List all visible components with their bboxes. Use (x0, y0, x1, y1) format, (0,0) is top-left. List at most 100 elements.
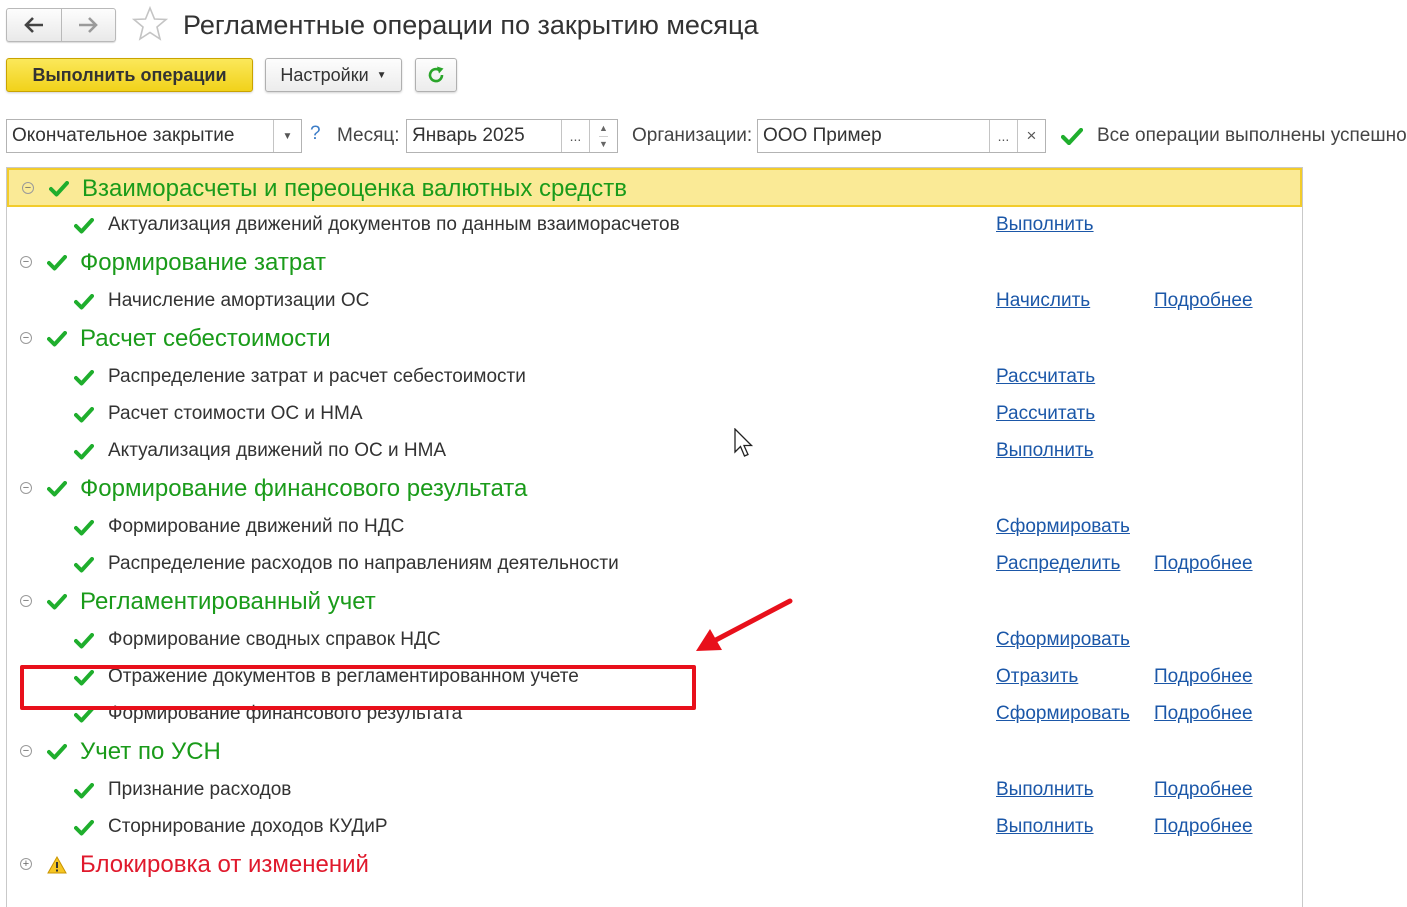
operation-title: Формирование сводных справок НДС (108, 629, 441, 650)
operation-row: Распределение затрат и расчет себестоимо… (7, 359, 1302, 396)
group-row[interactable]: − Формирование затрат (7, 244, 1302, 283)
collapse-icon[interactable]: − (20, 745, 32, 757)
success-checkmark-icon (47, 744, 67, 760)
settings-button[interactable]: Настройки ▼ (265, 58, 402, 92)
operation-title: Распределение расходов по направлениям д… (108, 553, 619, 574)
operation-action-link[interactable]: Сформировать (996, 516, 1130, 538)
clear-icon[interactable]: × (1017, 120, 1045, 152)
success-checkmark-icon (74, 444, 94, 460)
success-checkmark-icon (47, 255, 67, 271)
collapse-icon[interactable]: − (20, 332, 32, 344)
chevron-down-icon: ▼ (376, 69, 387, 81)
success-checkmark-icon (74, 783, 94, 799)
operation-action-link[interactable]: Выполнить (996, 816, 1094, 838)
operation-details-link[interactable]: Подробнее (1154, 703, 1253, 725)
collapse-icon[interactable]: − (20, 595, 32, 607)
operation-action-link[interactable]: Выполнить (996, 214, 1094, 236)
chevron-down-icon[interactable]: ▼ (599, 135, 608, 153)
annotation-arrow-icon (696, 598, 793, 651)
execute-operations-button[interactable]: Выполнить операции (6, 58, 253, 92)
month-select-button[interactable]: ... (561, 120, 589, 152)
operation-row: Признание расходов Выполнить Подробнее (7, 772, 1302, 809)
operation-row: Формирование движений по НДС Сформировать (7, 509, 1302, 546)
page-title: Регламентные операции по закрытию месяца (183, 10, 759, 40)
operation-row: Расчет стоимости ОС и НМА Рассчитать (7, 396, 1302, 433)
month-label: Месяц: (337, 125, 400, 146)
group-title: Расчет себестоимости (80, 325, 331, 352)
success-checkmark-icon (47, 331, 67, 347)
group-row[interactable]: − Формирование финансового результата (7, 470, 1302, 509)
closing-mode-value: Окончательное закрытие (12, 125, 235, 146)
operation-title: Формирование движений по НДС (108, 516, 405, 537)
success-checkmark-icon (74, 407, 94, 423)
operation-action-link[interactable]: Рассчитать (996, 366, 1095, 388)
mouse-cursor-icon (734, 428, 754, 457)
success-checkmark-icon (74, 820, 94, 836)
operation-action-link[interactable]: Сформировать (996, 703, 1130, 725)
operation-title: Актуализация движений по ОС и НМА (108, 440, 447, 461)
chevron-down-icon[interactable]: ▼ (273, 120, 301, 152)
operation-action-link[interactable]: Начислить (996, 290, 1090, 312)
group-row[interactable]: − Расчет себестоимости (7, 320, 1302, 359)
collapse-icon[interactable]: − (20, 482, 32, 494)
success-checkmark-icon (74, 633, 94, 649)
organization-value: ООО Пример (763, 125, 882, 146)
group-row[interactable]: − Учет по УСН (7, 733, 1302, 772)
group-row[interactable]: − Регламентированный учет (7, 583, 1302, 622)
month-value: Январь 2025 (412, 125, 525, 146)
back-button[interactable] (7, 9, 61, 41)
operation-row: Начисление амортизации ОС Начислить Подроб… (7, 283, 1302, 320)
arrow-right-icon (79, 17, 99, 33)
warning-triangle-icon (47, 856, 67, 874)
navigation-buttons (6, 8, 116, 42)
operation-row: Актуализация движений по ОС и НМА Выполни… (7, 433, 1302, 470)
group-row[interactable]: + Блокировка от изменений (7, 846, 1302, 885)
operation-action-link[interactable]: Рассчитать (996, 403, 1095, 425)
operation-action-link[interactable]: Сформировать (996, 629, 1130, 651)
operation-action-link[interactable]: Отразить (996, 666, 1078, 688)
operation-action-link[interactable]: Выполнить (996, 440, 1094, 462)
favorite-star-icon[interactable] (131, 5, 169, 50)
collapse-icon[interactable]: − (22, 182, 34, 194)
operation-details-link[interactable]: Подробнее (1154, 816, 1253, 838)
success-checkmark-icon (74, 557, 94, 573)
operation-title: Расчет стоимости ОС и НМА (108, 403, 363, 424)
operation-details-link[interactable]: Подробнее (1154, 553, 1253, 575)
group-row[interactable]: − Взаиморасчеты и переоценка валютных сре… (7, 168, 1302, 207)
organization-select-button[interactable]: ... (989, 120, 1017, 152)
arrow-left-icon (23, 17, 43, 33)
operation-title: Актуализация движений документов по данн… (108, 214, 680, 235)
operation-row: Формирование сводных справок НДС Сформиро… (7, 622, 1302, 659)
operations-tree: − Взаиморасчеты и переоценка валютных сре… (6, 167, 1303, 907)
collapse-icon[interactable]: − (20, 256, 32, 268)
success-checkmark-icon (74, 520, 94, 536)
operation-details-link[interactable]: Подробнее (1154, 779, 1253, 801)
refresh-button[interactable] (415, 58, 457, 92)
group-title: Учет по УСН (80, 738, 221, 765)
group-title: Регламентированный учет (80, 588, 376, 615)
success-checkmark-icon (1061, 128, 1083, 145)
success-checkmark-icon (47, 594, 67, 610)
operation-row: Сторнирование доходов КУДиР Выполнить Подр… (7, 809, 1302, 846)
chevron-up-icon[interactable]: ▲ (599, 120, 608, 136)
month-field[interactable]: Январь 2025 ... ▲ ▼ (406, 119, 618, 153)
operation-title: Начисление амортизации ОС (108, 290, 370, 311)
success-checkmark-icon (49, 181, 69, 197)
forward-button[interactable] (60, 9, 116, 41)
operation-details-link[interactable]: Подробнее (1154, 666, 1253, 688)
operation-title: Распределение затрат и расчет себестоимо… (108, 366, 526, 387)
success-checkmark-icon (74, 370, 94, 386)
operation-row: Актуализация движений документов по данн… (7, 207, 1302, 244)
closing-mode-select[interactable]: Окончательное закрытие ▼ (6, 119, 302, 153)
operation-details-link[interactable]: Подробнее (1154, 290, 1253, 312)
group-title: Формирование затрат (80, 249, 327, 276)
operation-action-link[interactable]: Распределить (996, 553, 1120, 575)
operation-action-link[interactable]: Выполнить (996, 779, 1094, 801)
group-title: Взаиморасчеты и переоценка валютных сред… (82, 175, 627, 202)
operation-title: Признание расходов (108, 779, 292, 800)
organization-field[interactable]: ООО Пример ... × (757, 119, 1046, 153)
organizations-label: Организации: (632, 125, 753, 146)
help-icon[interactable]: ? (310, 123, 321, 145)
expand-icon[interactable]: + (20, 858, 32, 870)
month-stepper[interactable]: ▲ ▼ (589, 120, 617, 152)
